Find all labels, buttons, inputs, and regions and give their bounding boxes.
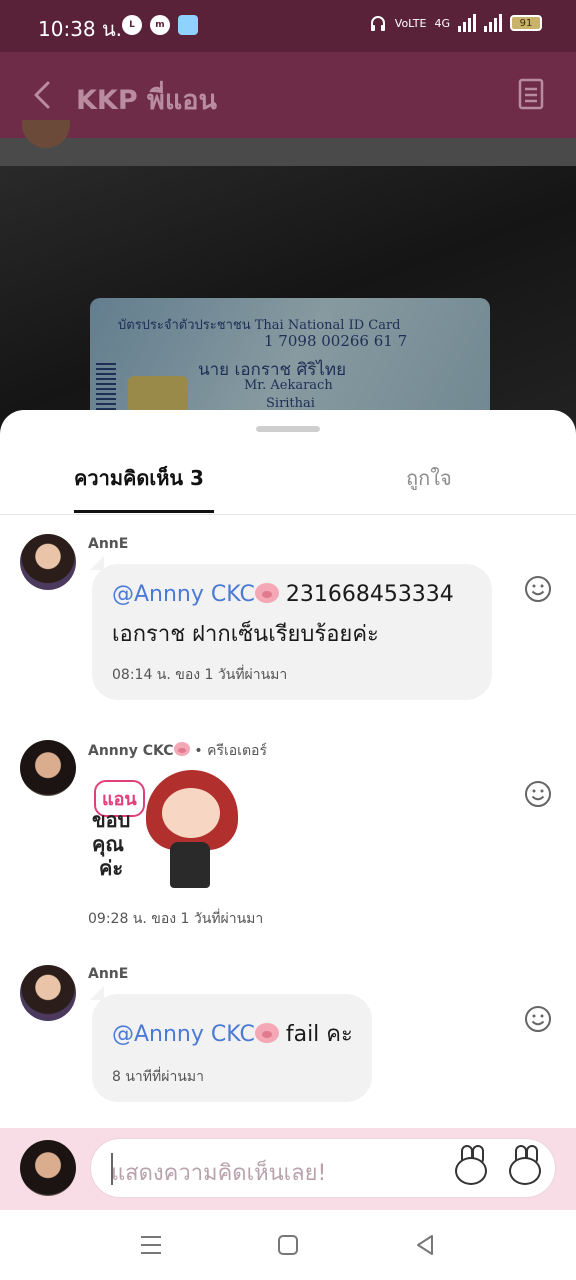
comment-time: 8 นาทีที่ผ่านมา [112,1069,204,1085]
mention-link[interactable]: @Annny CKC [112,1022,255,1047]
headphone-icon [370,16,385,31]
battery-level: 91 [519,17,533,29]
signal-icon-2 [484,14,502,32]
comment-author[interactable]: AnnE [88,536,128,552]
comment-text: @Annny CKC 231668453334 [112,582,454,607]
tab-comments[interactable]: ความคิดเห็น 3 [74,462,204,494]
id-card-chip [128,376,188,412]
id-card-lastname-en: Sirithai [266,396,315,411]
tab-indicator [74,510,214,513]
comment-input[interactable]: แสดงความคิดเห็นเลย! [90,1138,556,1198]
status-time: 10:38 น. [38,17,123,41]
comment-text-line1: 231668453334 [278,582,454,607]
pig-emoji-icon [254,1023,279,1043]
recent-apps-icon[interactable] [138,1232,164,1258]
sticker-girl-body [170,842,210,888]
comment-input-placeholder: แสดงความคิดเห็นเลย! [111,1161,327,1186]
status-app-icons: L m [122,15,198,35]
mention-link[interactable]: @Annny CKC [112,582,255,607]
post-menu-icon[interactable] [518,78,544,110]
sticker-text: ขอบ คุณ ค่ะ [92,808,131,880]
messenger-icon: m [150,15,170,35]
smiley-react-icon[interactable] [524,1005,552,1033]
post-author-strip [0,138,576,166]
smiley-react-icon[interactable] [524,780,552,808]
status-bar: 10:38 น. L m VoLTE 4G 91 [0,0,576,52]
pig-emoji-icon [173,742,190,756]
pig-emoji-icon [254,583,279,603]
sticker-button[interactable] [447,1145,493,1191]
id-card-barcode [96,360,116,410]
comment-time: 09:28 น. ของ 1 วันที่ผ่านมา [88,911,264,927]
signal-icon [458,14,476,32]
creator-badge: • ครีเอเตอร์ [194,743,267,759]
network-label: 4G [434,16,450,30]
back-nav-icon[interactable] [412,1232,438,1258]
tab-likes[interactable]: ถูกใจ [406,462,452,494]
app-header: KKP พี่แอน [0,52,576,138]
emoji-button[interactable] [501,1145,547,1191]
tabs-divider [0,514,576,515]
comment-text-line2: เอกราช ฝากเซ็นเรียบร้อยค่ะ [112,622,379,647]
id-card-name-en: Mr. Aekarach [244,378,333,393]
sticker-girl-face [162,788,220,838]
comment-text-line1: fail คะ [278,1022,353,1047]
sheet-drag-handle[interactable] [256,426,320,432]
battery-icon: 91 [510,15,542,31]
gallery-icon [178,15,198,35]
comment-bubble[interactable]: @Annny CKC 231668453334 เอกราช ฝากเซ็นเร… [90,556,492,700]
id-card-number: 1 7098 00266 61 7 [264,332,408,350]
comment-bubble[interactable]: @Annny CKC fail คะ 8 นาทีที่ผ่านมา [90,986,372,1102]
volte-label: VoLTE [394,16,427,30]
bunny-sticker-icon [455,1157,487,1185]
smiley-react-icon[interactable] [524,575,552,603]
status-indicators: VoLTE 4G 91 [369,14,542,32]
comment-author[interactable]: Annny CKC [88,743,174,759]
comment-avatar[interactable] [20,534,76,590]
my-avatar [20,1140,76,1196]
comment-text: @Annny CKC fail คะ [112,1016,353,1051]
comment-author[interactable]: AnnE [88,966,128,982]
bunny-emoji-icon [509,1157,541,1185]
back-arrow-icon[interactable] [30,80,56,110]
comment-avatar[interactable] [20,965,76,1021]
system-nav-bar [0,1210,576,1280]
comment-input-bar: แสดงความคิดเห็นเลย! [0,1128,576,1210]
home-icon[interactable] [275,1232,301,1258]
page-title: KKP พี่แอน [76,85,217,116]
comment-author-line: Annny CKC • ครีเอเตอร์ [88,740,267,762]
comment-time: 08:14 น. ของ 1 วันที่ผ่านมา [112,667,288,683]
line-icon: L [122,15,142,35]
comment-avatar[interactable] [20,740,76,796]
thank-you-sticker[interactable]: แอน ขอบ คุณ ค่ะ [88,770,238,894]
